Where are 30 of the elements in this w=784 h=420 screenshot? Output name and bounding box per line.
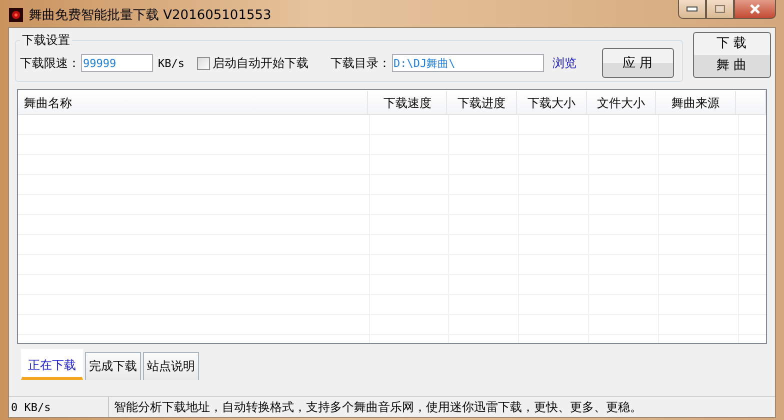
download-button[interactable]: 下 载 舞 曲 <box>692 32 770 78</box>
speed-limit-label: 下载限速： <box>20 54 80 72</box>
checkbox[interactable] <box>196 56 210 70</box>
unit-label: KB/s <box>158 56 184 70</box>
maximize-button[interactable] <box>706 0 734 19</box>
directory-field[interactable]: D:\DJ舞曲\ <box>392 54 544 72</box>
window-title: 舞曲免费智能批量下载 V201605101553 <box>29 7 272 24</box>
close-button[interactable] <box>734 0 776 19</box>
minimize-icon <box>686 6 698 12</box>
directory-label: 下载目录： <box>330 54 390 72</box>
tab[interactable]: 完成下载 <box>85 352 141 380</box>
column-header[interactable]: 舞曲名称 <box>18 91 368 114</box>
column-header[interactable]: 下载大小 <box>516 91 587 114</box>
column-header[interactable]: 下载进度 <box>447 91 517 114</box>
column-header[interactable]: 舞曲来源 <box>656 91 736 114</box>
tab[interactable]: 站点说明 <box>143 352 199 380</box>
apply-button[interactable]: 应 用 <box>602 48 674 78</box>
group-label: 下载设置 <box>21 32 71 49</box>
speed-status: 0 KB/s <box>9 397 109 417</box>
column-header[interactable]: 文件大小 <box>586 91 656 114</box>
tab[interactable]: 正在下载 <box>21 349 83 380</box>
checkbox-label: 启动自动开始下载 <box>212 54 308 72</box>
minimize-button[interactable] <box>678 0 706 19</box>
speed-limit-field[interactable]: 99999 <box>81 54 153 72</box>
browse-link[interactable]: 浏览 <box>552 54 576 72</box>
close-icon <box>749 4 761 14</box>
status-message: 智能分析下载地址，自动转换格式，支持多个舞曲音乐网，使用迷你迅雷下载，更快、更多、更稳。 <box>113 398 642 416</box>
maximize-icon <box>714 4 726 14</box>
app-icon <box>9 8 23 22</box>
column-header[interactable]: 下载速度 <box>368 91 448 114</box>
